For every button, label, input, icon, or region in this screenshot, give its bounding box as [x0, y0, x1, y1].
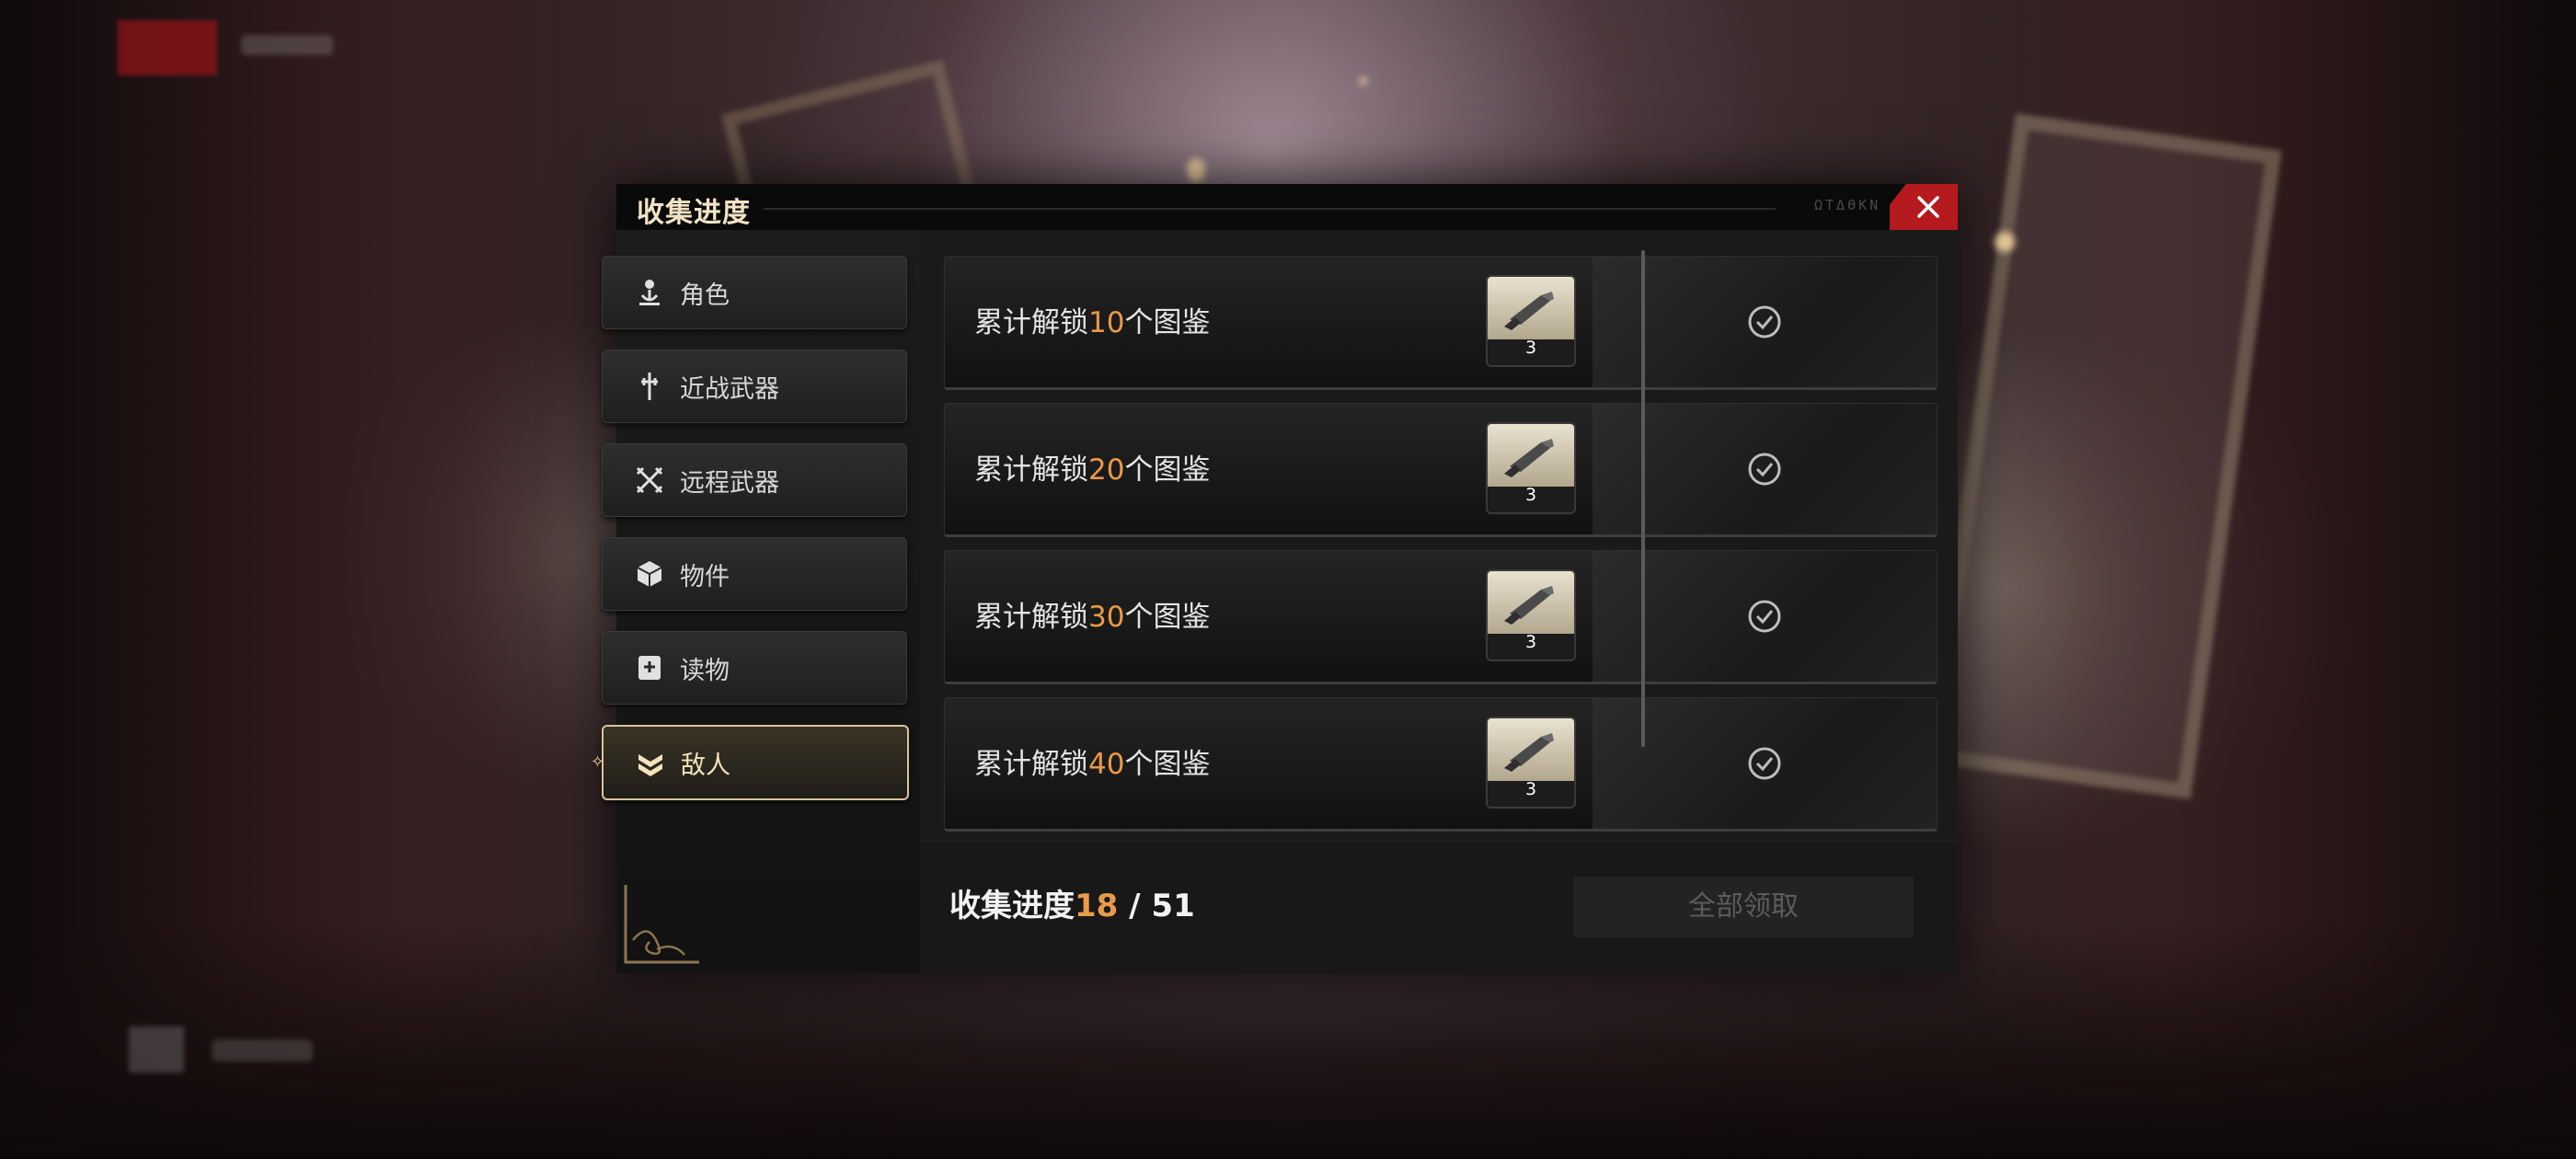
- list-item: 累计解锁20个图鉴 3: [944, 403, 1938, 537]
- sidebar-item-character[interactable]: 角色: [602, 256, 907, 329]
- close-icon: [1917, 196, 1939, 218]
- sidebar-item-reading[interactable]: 读物: [602, 631, 907, 705]
- milestone-count: 20: [1088, 453, 1125, 487]
- corner-ornament-icon: [624, 885, 699, 964]
- dialog-title: 收集进度: [637, 197, 751, 229]
- reward-image: [1488, 571, 1574, 634]
- sidebar-item-ranged-weapon[interactable]: 远程武器: [602, 443, 907, 517]
- sidebar-item-label: 敌人: [681, 752, 730, 780]
- reward-image: [1488, 718, 1574, 781]
- melee-weapon-icon: [641, 373, 658, 400]
- bottom-left-label: [212, 1039, 313, 1061]
- book-icon: [638, 656, 661, 680]
- active-marker-icon: ✧: [591, 752, 605, 772]
- top-left-label: [241, 35, 333, 55]
- milestone-count: 30: [1088, 601, 1125, 634]
- reward-item[interactable]: 3: [1486, 569, 1576, 661]
- reward-quantity: 3: [1524, 338, 1537, 358]
- list-item: 累计解锁40个图鉴 3: [944, 697, 1938, 832]
- enemy-chevron-icon: [638, 754, 662, 776]
- reward-item-icon: [1504, 439, 1554, 477]
- progress-current: 18: [1075, 888, 1119, 924]
- title-code: ΩΤΔΘΚΝ: [1814, 197, 1881, 213]
- checkmark-circle-icon: [1748, 747, 1781, 780]
- collection-progress-dialog: 收集进度 ΩΤΔΘΚΝ 角色 近战武器 远程武器 物件 读物 ✧ 敌人 累计解锁…: [591, 184, 1958, 974]
- bottom-left-icon: [129, 1027, 184, 1073]
- item-cube-icon: [637, 561, 662, 587]
- reward-item-icon: [1504, 292, 1554, 330]
- progress-total: 51: [1151, 888, 1195, 924]
- right-curtain: [1987, 0, 2576, 1159]
- reward-quantity: 3: [1524, 485, 1537, 505]
- sidebar-item-label: 远程武器: [680, 469, 779, 498]
- category-sidebar: 角色 近战武器 远程武器 物件 读物 ✧ 敌人: [591, 230, 920, 973]
- progress-footer: 收集进度18 / 51 全部领取: [920, 841, 1958, 974]
- list-item: 累计解锁10个图鉴 3: [944, 256, 1938, 390]
- reward-item-icon: [1504, 586, 1554, 625]
- glow-light: [1995, 232, 2015, 252]
- checkmark-circle-icon: [1748, 600, 1781, 633]
- reward-image: [1488, 424, 1574, 487]
- milestone-list: 累计解锁10个图鉴 3 累计解锁20个图鉴 3 累计解锁30个图鉴 3 累计解锁…: [920, 230, 1958, 974]
- reward-image: [1488, 277, 1574, 339]
- ranged-weapon-icon: [636, 466, 663, 494]
- checkmark-circle-icon: [1748, 453, 1781, 486]
- background-frame-right: [1924, 113, 2283, 799]
- reward-item-icon: [1504, 733, 1554, 772]
- claim-all-button[interactable]: 全部领取: [1573, 877, 1914, 937]
- character-icon: [639, 280, 660, 305]
- milestone-text: 累计解锁10个图鉴: [974, 306, 1211, 339]
- sidebar-item-melee-weapon[interactable]: 近战武器: [602, 350, 907, 423]
- milestone-count: 10: [1088, 306, 1125, 339]
- reward-quantity: 3: [1524, 779, 1537, 799]
- title-divider: [764, 208, 1776, 210]
- milestone-text: 累计解锁30个图鉴: [974, 601, 1211, 634]
- progress-summary: 收集进度18 / 51: [949, 888, 1195, 924]
- glow-light: [1187, 158, 1205, 182]
- reward-item[interactable]: 3: [1486, 422, 1576, 514]
- sidebar-item-enemy[interactable]: ✧ 敌人: [591, 725, 909, 800]
- milestone-text: 累计解锁40个图鉴: [974, 748, 1211, 781]
- list-item: 累计解锁30个图鉴 3: [944, 550, 1938, 684]
- sidebar-item-label: 近战武器: [680, 375, 779, 404]
- milestone-count: 40: [1088, 748, 1125, 781]
- top-left-badge: [118, 20, 217, 75]
- reward-item[interactable]: 3: [1486, 275, 1576, 367]
- left-curtain: [0, 0, 589, 1159]
- sidebar-item-label: 物件: [680, 563, 730, 591]
- glow-light: [1360, 77, 1367, 85]
- close-button[interactable]: [1890, 184, 1958, 230]
- sidebar-item-label: 读物: [680, 657, 730, 685]
- sidebar-item-label: 角色: [680, 281, 730, 310]
- reward-item[interactable]: 3: [1486, 717, 1576, 809]
- list-scrollbar[interactable]: [1641, 250, 1645, 747]
- checkmark-circle-icon: [1748, 305, 1781, 339]
- reward-quantity: 3: [1524, 632, 1537, 652]
- sidebar-item-items[interactable]: 物件: [602, 537, 907, 611]
- dialog-titlebar: 收集进度 ΩΤΔΘΚΝ: [616, 184, 1958, 230]
- milestone-text: 累计解锁20个图鉴: [974, 453, 1211, 487]
